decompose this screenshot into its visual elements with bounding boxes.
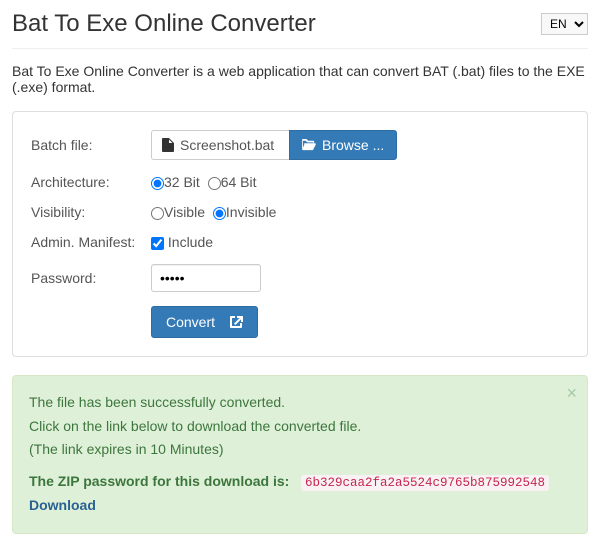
- manifest-include-label: Include: [168, 234, 213, 250]
- arch-64-radio[interactable]: [208, 177, 221, 190]
- visibility-invisible-label: Invisible: [226, 204, 277, 220]
- visibility-label: Visibility:: [31, 204, 151, 220]
- arch-64-label: 64 Bit: [221, 174, 257, 190]
- alert-password-value: 6b329caa2fa2a5524c9765b875992548: [301, 475, 549, 491]
- page-title: Bat To Exe Online Converter: [12, 10, 316, 38]
- visibility-visible-radio[interactable]: [151, 207, 164, 220]
- alert-line-1: The file has been successfully converted…: [29, 392, 555, 414]
- download-link[interactable]: Download: [29, 495, 96, 517]
- file-input-group: Screenshot.bat Browse ...: [151, 130, 397, 160]
- convert-button[interactable]: Convert: [151, 306, 258, 338]
- row-visibility: Visibility: Visible Invisible: [31, 204, 569, 220]
- visibility-invisible-radio[interactable]: [213, 207, 226, 220]
- alert-line-3: (The link expires in 10 Minutes): [29, 439, 555, 461]
- form-panel: Batch file: Screenshot.bat Browse ... Ar…: [12, 111, 588, 357]
- row-password: Password:: [31, 264, 569, 292]
- browse-button[interactable]: Browse ...: [289, 130, 397, 160]
- manifest-group: Include: [151, 234, 217, 250]
- manifest-include-checkbox[interactable]: [151, 237, 164, 250]
- password-input[interactable]: [151, 264, 261, 292]
- alert-password-line: The ZIP password for this download is: 6…: [29, 471, 555, 493]
- file-name-display: Screenshot.bat: [151, 130, 289, 160]
- external-link-icon: [229, 315, 243, 329]
- alert-password-label: The ZIP password for this download is:: [29, 473, 289, 489]
- close-icon[interactable]: ×: [566, 384, 577, 402]
- visibility-visible-label: Visible: [164, 204, 205, 220]
- row-batch-file: Batch file: Screenshot.bat Browse ...: [31, 130, 569, 160]
- architecture-radios: 32 Bit 64 Bit: [151, 174, 261, 190]
- file-icon: [162, 138, 174, 152]
- visibility-radios: Visible Invisible: [151, 204, 280, 220]
- batch-file-label: Batch file:: [31, 137, 151, 153]
- language-select[interactable]: EN: [541, 13, 588, 35]
- arch-32-label: 32 Bit: [164, 174, 200, 190]
- row-convert: Convert: [31, 306, 569, 338]
- row-architecture: Architecture: 32 Bit 64 Bit: [31, 174, 569, 190]
- header: Bat To Exe Online Converter EN: [12, 10, 588, 49]
- file-name-text: Screenshot.bat: [180, 137, 274, 153]
- alert-line-2: Click on the link below to download the …: [29, 416, 555, 438]
- convert-label: Convert: [166, 314, 215, 330]
- architecture-label: Architecture:: [31, 174, 151, 190]
- row-manifest: Admin. Manifest: Include: [31, 234, 569, 250]
- success-alert: × The file has been successfully convert…: [12, 375, 588, 534]
- description: Bat To Exe Online Converter is a web app…: [12, 63, 588, 95]
- arch-32-radio[interactable]: [151, 177, 164, 190]
- password-label: Password:: [31, 270, 151, 286]
- browse-label: Browse ...: [322, 137, 384, 153]
- folder-open-icon: [302, 139, 316, 151]
- manifest-label: Admin. Manifest:: [31, 234, 151, 250]
